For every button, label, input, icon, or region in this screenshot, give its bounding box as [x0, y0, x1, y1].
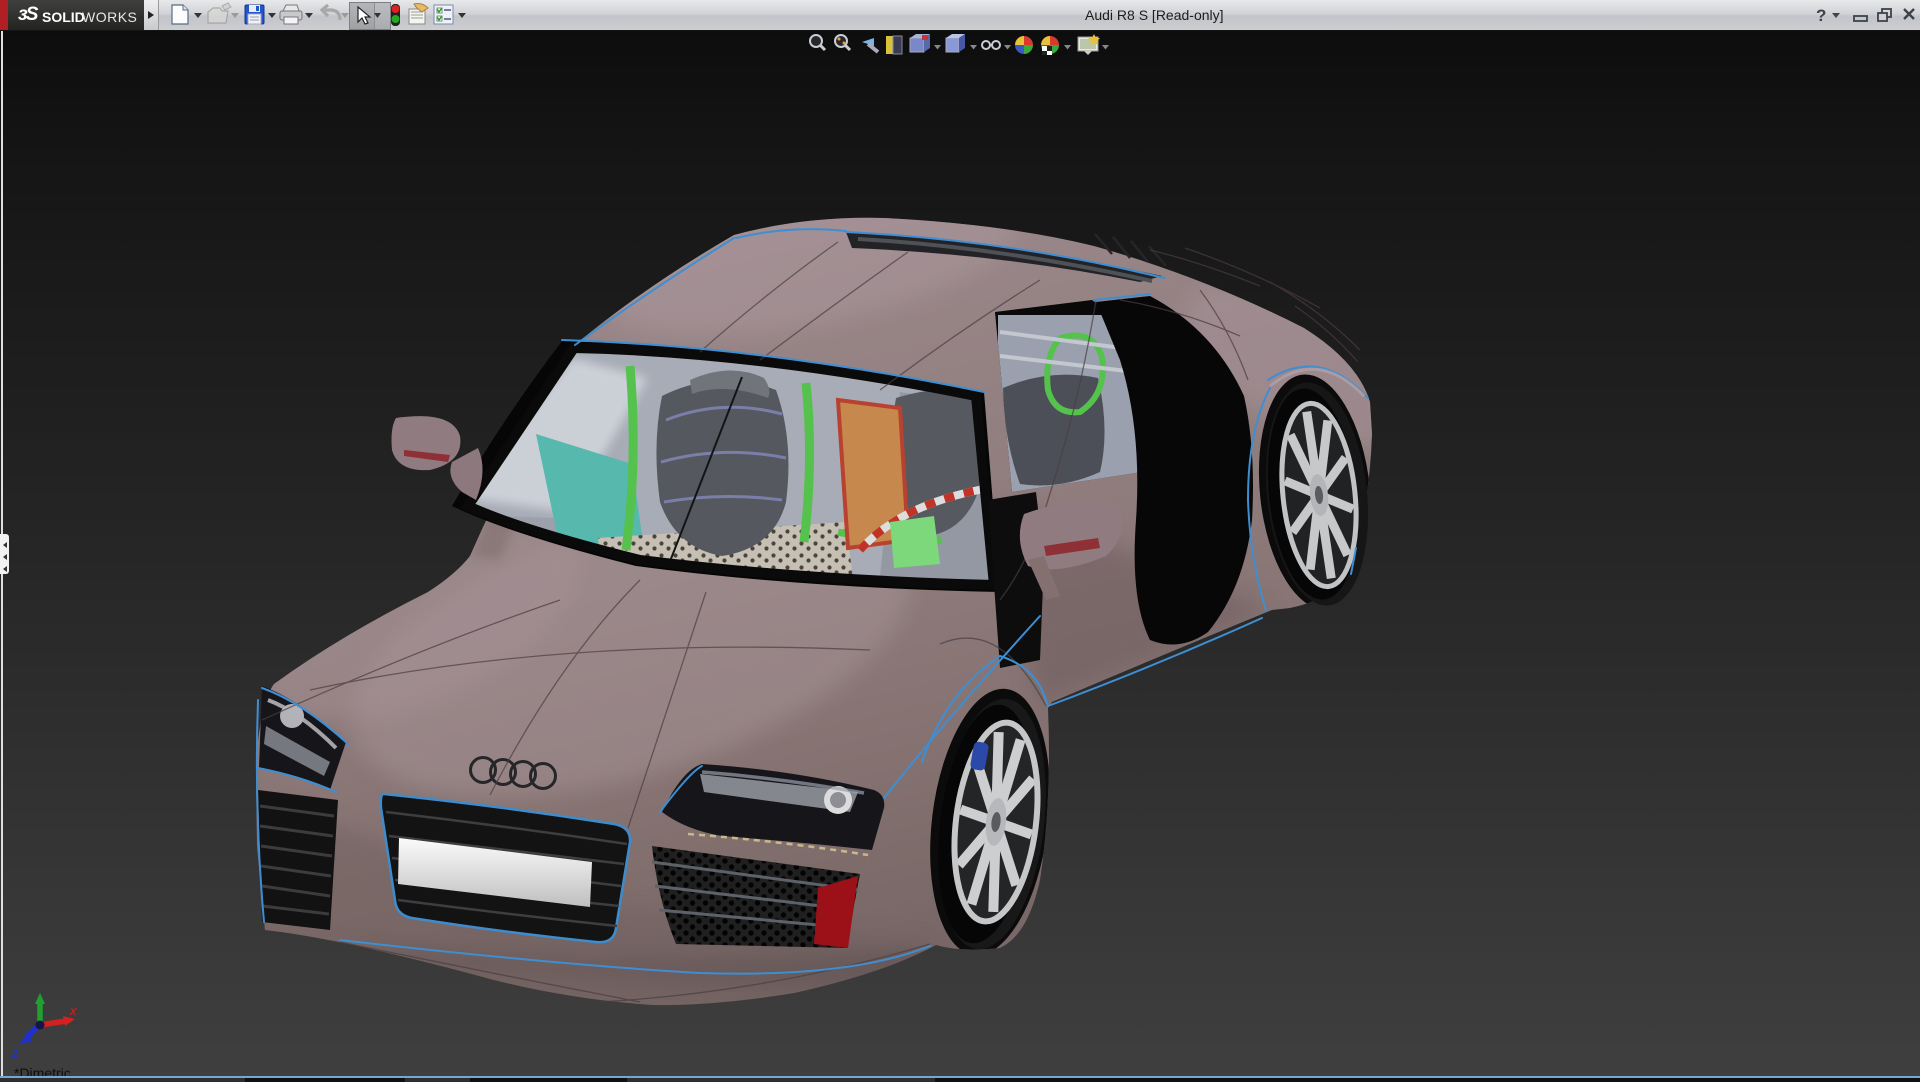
svg-text:?: ? [1816, 6, 1826, 25]
svg-text:z: z [11, 1045, 19, 1060]
svg-text:x: x [69, 1003, 77, 1018]
